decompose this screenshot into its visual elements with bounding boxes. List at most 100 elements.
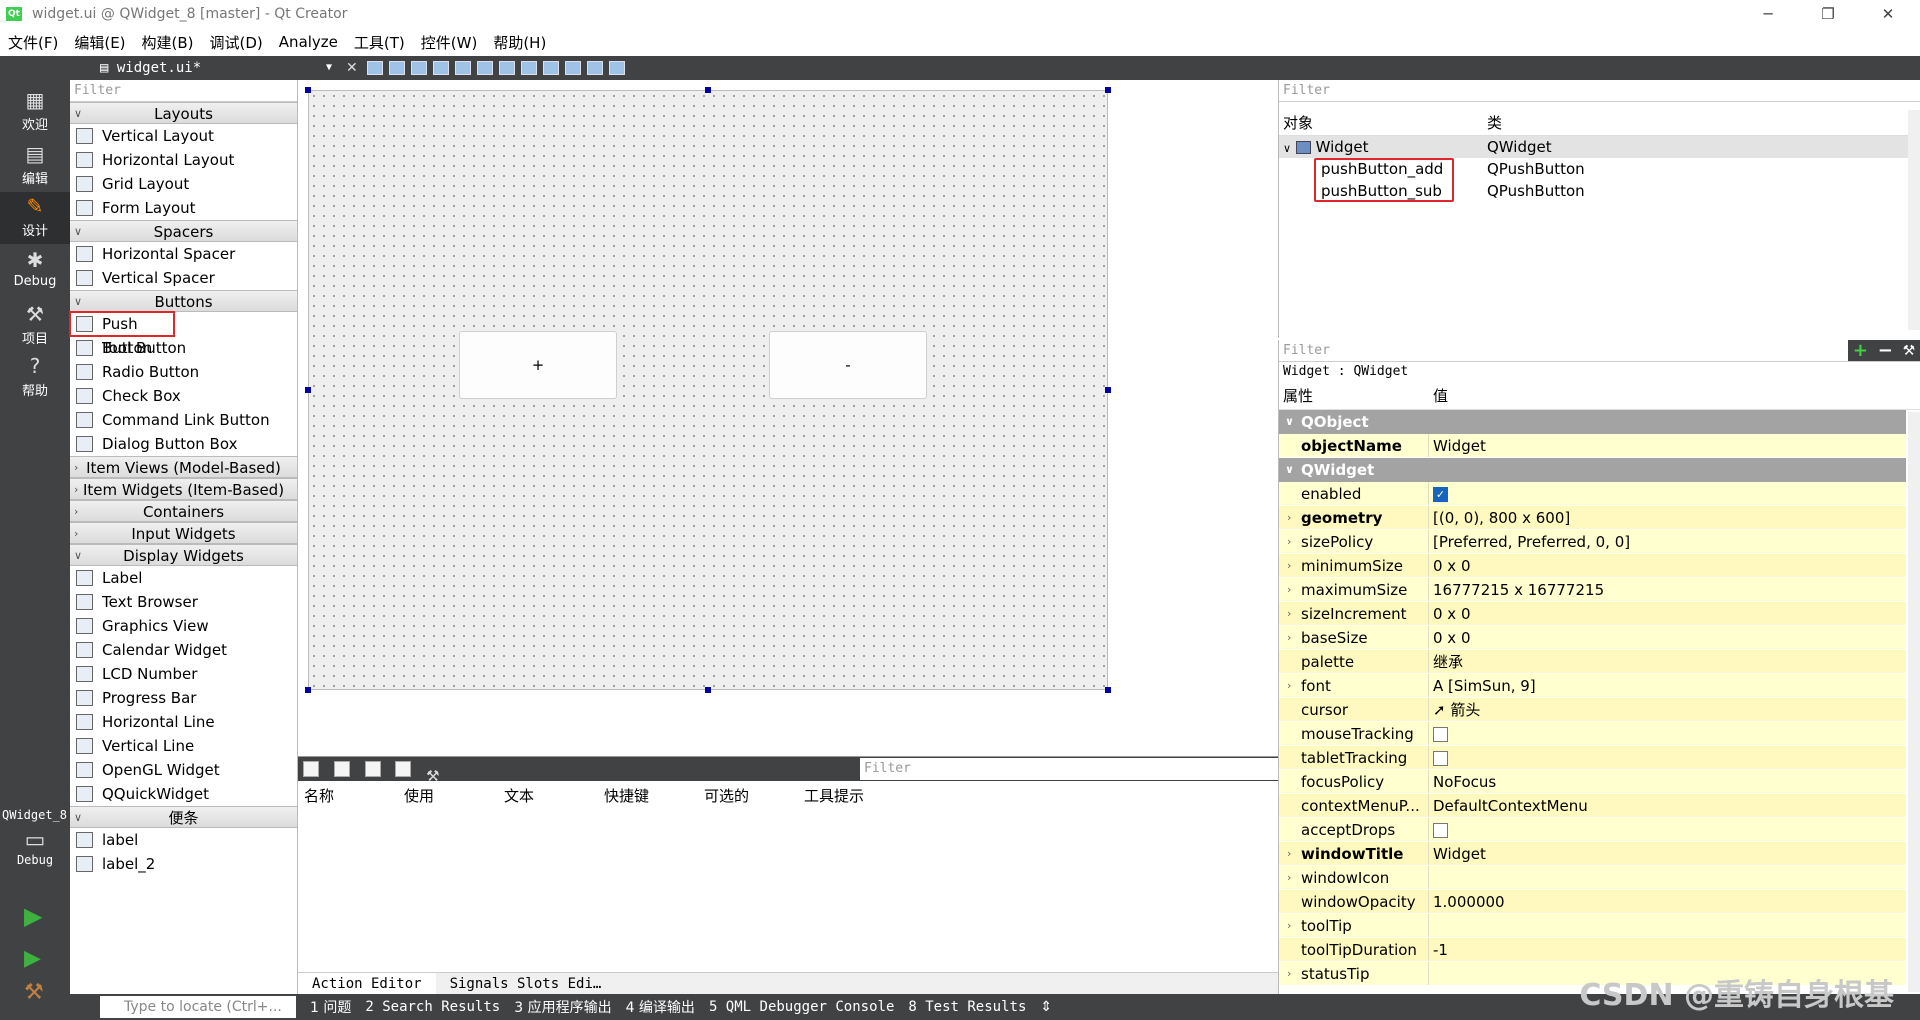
build-hammer-icon[interactable]: ⚒ [24,980,44,1005]
property-value[interactable] [1429,818,1906,841]
resize-handle[interactable] [1105,687,1111,693]
property-row-contextmenup[interactable]: contextMenuP... DefaultContextMenu [1279,794,1906,818]
widget-item-push-button[interactable]: Push Button [69,311,175,357]
category-header-7[interactable]: ∨ Display Widgets [70,544,297,566]
form-canvas[interactable]: + - [308,90,1108,690]
column-header[interactable]: 属性 [1279,382,1429,409]
layout-split-v-icon[interactable] [520,61,537,75]
run-icon[interactable]: ▶ [24,902,42,930]
new-action-icon[interactable] [303,761,319,777]
edit-signals-icon[interactable] [388,61,405,75]
property-row-windowicon[interactable]: › windowIcon [1279,866,1906,890]
widget-item-check-box[interactable]: Check Box [70,384,297,408]
column-header[interactable]: 值 [1429,382,1448,409]
column-header[interactable]: 快捷键 [598,785,698,806]
column-header[interactable]: 文本 [498,785,598,806]
resize-handle[interactable] [305,687,311,693]
widget-item-label[interactable]: Label [70,566,297,590]
widget-item-grid-layout[interactable]: Grid Layout [70,172,297,196]
widget-item-graphics-view[interactable]: Graphics View [70,614,297,638]
remove-property-icon[interactable]: − [1878,340,1893,361]
category-header-0[interactable]: ∨ Layouts [70,102,297,124]
property-row-windowopacity[interactable]: windowOpacity 1.000000 [1279,890,1906,914]
edit-tab-order-icon[interactable] [432,61,449,75]
object-filter-input[interactable]: Filter [1279,80,1920,102]
push-button-add[interactable]: + [459,331,617,399]
property-row-acceptdrops[interactable]: acceptDrops [1279,818,1906,842]
menu-analyze[interactable]: Analyze [271,33,346,51]
mode-debug[interactable]: ✱ Debug [0,246,70,298]
resize-handle[interactable] [1105,387,1111,393]
widget-item-command-link-button[interactable]: Command Link Button [70,408,297,432]
mode-edit[interactable]: ▤ 编辑 [0,140,70,192]
resize-handle[interactable] [305,87,311,93]
column-header[interactable]: 名称 [298,785,398,806]
widget-item-horizontal-line[interactable]: Horizontal Line [70,710,297,734]
widget-item-horizontal-layout[interactable]: Horizontal Layout [70,148,297,172]
widget-item-qquickwidget[interactable]: QQuickWidget [70,782,297,806]
configure-wrench-icon[interactable]: ⚒ [1903,343,1916,359]
property-value[interactable]: ➚ 箭头 [1429,698,1906,721]
property-row-geometry[interactable]: › geometry [(0, 0), 800 x 600] [1279,506,1906,530]
property-row-sizeincrement[interactable]: › sizeIncrement 0 x 0 [1279,602,1906,626]
property-row-windowtitle[interactable]: › windowTitle Widget [1279,842,1906,866]
widget-item-vertical-line[interactable]: Vertical Line [70,734,297,758]
widget-item-calendar-widget[interactable]: Calendar Widget [70,638,297,662]
property-filter-input[interactable]: Filter [1279,340,1848,361]
widget-item-radio-button[interactable]: Radio Button [70,360,297,384]
editor-tab[interactable]: ▤ widget.ui* ▼ [70,56,340,80]
property-row-minimumsize[interactable]: › minimumSize 0 x 0 [1279,554,1906,578]
property-row-tooltip[interactable]: › toolTip [1279,914,1906,938]
property-value[interactable]: 继承 [1429,650,1906,673]
property-value[interactable] [1429,722,1906,745]
close-tab-icon[interactable]: ✕ [346,60,358,76]
property-value[interactable] [1429,746,1906,769]
column-header[interactable]: 对象 [1279,110,1483,135]
paste-action-icon[interactable] [364,761,381,777]
mode-projects[interactable]: ⚒ 项目 [0,300,70,352]
checkbox[interactable] [1433,751,1448,766]
widget-item-vertical-layout[interactable]: Vertical Layout [70,124,297,148]
output-pane-qml-console[interactable]: 5 QML Debugger Console [709,999,894,1015]
checkbox[interactable]: ✓ [1433,487,1448,502]
copy-action-icon[interactable] [333,761,350,777]
property-group-qobject[interactable]: ∨ QObject [1279,410,1906,434]
menu-edit[interactable]: 编辑(E) [66,32,133,53]
column-header[interactable]: 可选的 [698,785,798,806]
property-row-maximumsize[interactable]: › maximumSize 16777215 x 16777215 [1279,578,1906,602]
property-value[interactable]: 0 x 0 [1429,554,1906,577]
menu-file[interactable]: 文件(F) [0,32,66,53]
layout-horizontal-icon[interactable] [454,61,471,75]
property-value[interactable]: 1.000000 [1429,890,1906,913]
property-row-font[interactable]: › font A [SimSun, 9] [1279,674,1906,698]
output-pane-test-results[interactable]: 8 Test Results [908,999,1026,1015]
break-layout-icon[interactable] [586,61,603,75]
category-header-3[interactable]: › Item Views (Model-Based) [70,456,297,478]
property-value[interactable] [1429,866,1906,889]
push-button-sub[interactable]: - [769,331,927,399]
property-row-focuspolicy[interactable]: focusPolicy NoFocus [1279,770,1906,794]
property-value[interactable]: DefaultContextMenu [1429,794,1906,817]
category-header-2[interactable]: ∨ Buttons [70,290,297,312]
column-header[interactable]: 类 [1483,110,1502,135]
menu-tools[interactable]: 工具(T) [346,32,413,53]
widget-item-label[interactable]: label [70,828,297,852]
output-pane-compile[interactable]: 4 编译输出 [626,997,695,1017]
add-property-icon[interactable]: + [1853,340,1868,361]
minimize-icon[interactable]: ─ [1740,0,1796,28]
debug-run-icon[interactable]: ▶ [24,946,41,971]
mode-design[interactable]: ✎ 设计 [0,192,70,244]
widget-item-tool-button[interactable]: Tool Button [70,336,297,360]
chevron-updown-icon[interactable]: ⇕ [1040,999,1052,1015]
column-header[interactable]: 使用 [398,785,498,806]
menu-build[interactable]: 构建(B) [134,32,202,53]
widget-item-progress-bar[interactable]: Progress Bar [70,686,297,710]
property-row-tablettracking[interactable]: tabletTracking [1279,746,1906,770]
layout-vertical-icon[interactable] [476,61,493,75]
configure-wrench-icon[interactable]: ⚒ [426,767,442,785]
column-header[interactable]: 工具提示 [798,785,898,806]
widget-item-text-browser[interactable]: Text Browser [70,590,297,614]
adjust-size-icon[interactable] [608,61,625,75]
widget-item-horizontal-spacer[interactable]: Horizontal Spacer [70,242,297,266]
menu-widgets[interactable]: 控件(W) [413,32,486,53]
